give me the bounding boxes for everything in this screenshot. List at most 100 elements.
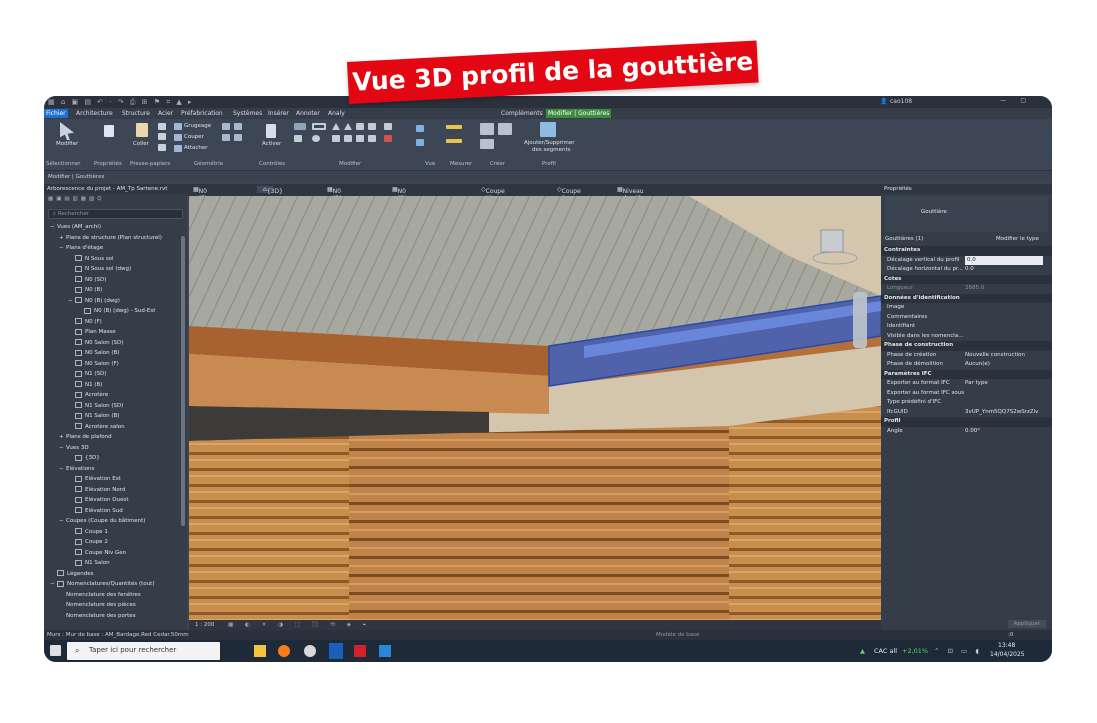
property-row[interactable]: Exporter au format IFC sous <box>881 389 1052 399</box>
create-group-icon[interactable] <box>498 123 512 135</box>
taskbar-search[interactable]: Taper ici pour rechercher <box>67 642 220 660</box>
tab-structure[interactable]: Structure <box>120 109 152 118</box>
mirror-draw-icon[interactable] <box>344 123 352 130</box>
tree-item[interactable]: N0 Salon (B) <box>44 348 187 359</box>
tree-item[interactable]: {3D} <box>44 453 187 464</box>
view-icon[interactable] <box>416 125 424 132</box>
tree-expander[interactable]: + <box>59 233 66 244</box>
property-section[interactable]: Cotes <box>881 274 1052 284</box>
modifier-button[interactable]: Modifier <box>56 141 78 147</box>
tree-item[interactable]: + Plans de structure (Plan structurel) <box>44 233 187 244</box>
property-section[interactable]: Phase de construction <box>881 341 1052 351</box>
tree-item[interactable]: Elévation Sud <box>44 506 187 517</box>
acrobat-icon[interactable] <box>354 645 366 657</box>
tree-item[interactable]: Nomenclature des fenêtres <box>44 590 187 601</box>
paste-icon[interactable] <box>136 123 148 137</box>
tab-3d[interactable]: ⌂ {3D} <box>257 186 283 195</box>
tree-item[interactable]: N1 Salon (B) <box>44 411 187 422</box>
tree-item[interactable]: N Sous sol <box>44 254 187 265</box>
proprietes-group[interactable]: Propriétés <box>94 161 122 167</box>
ticker-name[interactable]: CAC all <box>874 647 897 655</box>
app2-icon[interactable] <box>379 645 391 657</box>
property-row[interactable]: IfcGUID 3vUP_Ynm5QQ7S2wSrzZiv <box>881 408 1052 418</box>
tree-item[interactable]: N1 Salon <box>44 558 187 569</box>
match-icon[interactable] <box>158 144 166 151</box>
tree-item[interactable]: Elévation Est <box>44 474 187 485</box>
type-selector[interactable]: Gouttière <box>885 196 1048 232</box>
tree-item[interactable]: Elévation Ouest <box>44 495 187 506</box>
tab-coupe-2[interactable]: ◇ Coupe 2 <box>557 186 581 202</box>
tree-item[interactable]: N0 (F) <box>44 317 187 328</box>
tree-item[interactable]: − N0 (B) (dwg) <box>44 296 187 307</box>
ajouter-supprimer-button[interactable]: Ajouter/Supprimer <box>524 140 575 146</box>
tab-prefabrication[interactable]: Préfabrication <box>179 109 225 118</box>
tree-item[interactable]: Nomenclature des portes <box>44 611 187 622</box>
trim-icon[interactable] <box>332 135 340 142</box>
tree-expander[interactable]: + <box>59 432 66 443</box>
tree-item[interactable]: Nomenclature des pièces <box>44 600 187 611</box>
unpin-icon[interactable] <box>368 123 376 130</box>
quick-access-toolbar[interactable]: ▦ ⌂ ▣ ▤ ↶ · ↷ ⎙ ⊞ ⚑ ⌗ ▲ ▸ <box>48 98 194 107</box>
tree-item[interactable]: N1 (B) <box>44 380 187 391</box>
property-value[interactable]: Aucun(e) <box>965 360 990 370</box>
revit-icon[interactable] <box>329 643 343 659</box>
tree-item[interactable]: N0 (B) (dwg) - Sud-Est <box>44 306 187 317</box>
tab-n0-b-dwg-sud-est[interactable]: ▦ N0 (B) (dwg) - Sud-Est <box>392 186 415 230</box>
firefox-icon[interactable] <box>278 645 290 657</box>
property-value[interactable]: Nouvelle construction <box>965 351 1025 361</box>
apply-button[interactable]: Appliquer <box>1007 620 1046 628</box>
mirror-icon[interactable] <box>332 123 340 130</box>
view-scale[interactable]: 1 : 200 <box>195 622 214 628</box>
tab-acier[interactable]: Acier <box>156 109 175 118</box>
copy-icon[interactable] <box>158 133 166 140</box>
browser-search-input[interactable]: ⌕ Rechercher <box>48 209 183 219</box>
app-icon[interactable] <box>304 645 316 657</box>
copy-element-icon[interactable] <box>384 123 392 130</box>
property-row[interactable]: Identifiant <box>881 322 1052 332</box>
tree-item[interactable]: Plan Masse <box>44 327 187 338</box>
tree-expander[interactable]: − <box>59 516 66 527</box>
delete-icon[interactable] <box>384 135 392 142</box>
tree-item[interactable]: N0 (B) <box>44 285 187 296</box>
windows-start-icon[interactable] <box>50 645 61 656</box>
tree-expander[interactable]: − <box>50 579 57 590</box>
tab-n0-f[interactable]: ▦ N0 (F) <box>193 186 207 202</box>
tree-expander[interactable]: − <box>59 243 66 254</box>
property-row[interactable]: Décalage vertical du profil 0.0 <box>881 255 1052 265</box>
tree-expander[interactable]: − <box>59 443 66 454</box>
property-value[interactable]: 2685.0 <box>965 284 984 294</box>
tab-n0-b-dwg[interactable]: ▦ N0 (B) (dwg) <box>327 186 350 209</box>
tab-analyse[interactable]: Analy <box>326 109 347 118</box>
dimension-icon[interactable] <box>446 139 462 143</box>
property-row[interactable]: Image <box>881 303 1052 313</box>
property-value[interactable]: 0.00° <box>965 427 980 437</box>
property-value[interactable]: 0.0 <box>965 255 1043 265</box>
tree-item[interactable]: Acrotère salon <box>44 422 187 433</box>
offset-icon[interactable] <box>312 123 326 130</box>
property-row[interactable]: Décalage horizontal du pr... 0.0 <box>881 265 1052 275</box>
add-remove-segments-icon[interactable] <box>540 122 556 137</box>
tree-item[interactable]: − Plans d'étage <box>44 243 187 254</box>
measure-icon[interactable] <box>446 125 462 129</box>
activer-button[interactable]: Activer <box>262 141 281 147</box>
grugeage-icon[interactable] <box>174 123 182 130</box>
instance-filter[interactable]: Gouttières (1) <box>885 234 985 244</box>
tree-item[interactable]: − Nomenclatures/Quantités (tout) <box>44 579 187 590</box>
tree-item[interactable]: − Vues (AM_archi) <box>44 222 187 233</box>
create-part-icon[interactable] <box>480 123 494 135</box>
array-icon[interactable] <box>356 135 364 142</box>
property-row[interactable]: Visible dans les nomencla... <box>881 332 1052 342</box>
property-value[interactable]: Par type <box>965 379 988 389</box>
selectionner-group[interactable]: Sélectionner <box>46 161 80 167</box>
split-icon[interactable] <box>344 135 352 142</box>
tab-inserer[interactable]: Insérer <box>266 109 291 118</box>
tree-item[interactable]: − Vues 3D <box>44 443 187 454</box>
wall-joins-icon[interactable] <box>222 134 230 141</box>
tab-modifier-gouttieres[interactable]: Modifier | Gouttières <box>546 109 612 118</box>
tree-item[interactable]: Coupe 2 <box>44 537 187 548</box>
join-icon[interactable] <box>222 123 230 130</box>
property-section[interactable]: Paramètres IFC <box>881 369 1052 379</box>
tree-item[interactable]: + Plans de plafond <box>44 432 187 443</box>
3d-viewport[interactable] <box>189 196 881 620</box>
tray-icons[interactable]: ⌃ ⊡ ▭ ◖ <box>934 647 982 655</box>
